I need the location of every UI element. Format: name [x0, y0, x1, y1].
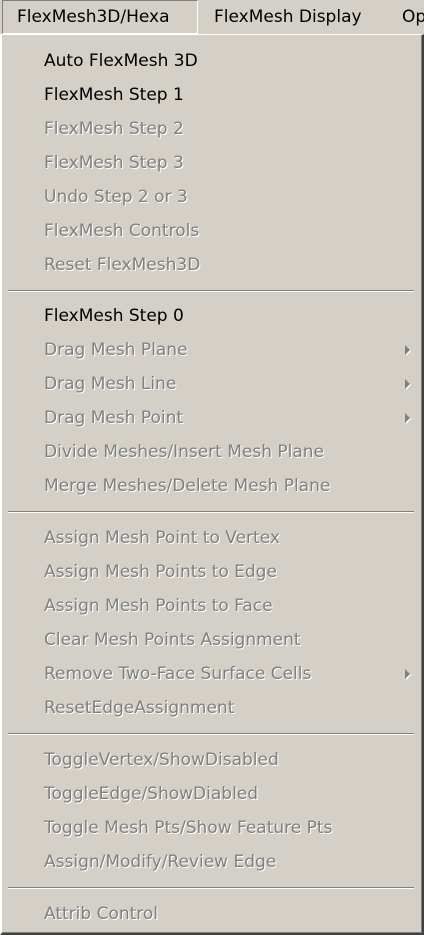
menu-item-label: Remove Two-Face Surface Cells	[44, 664, 312, 684]
menu-item-reset-flexmesh3d[interactable]: Reset FlexMesh3D	[2, 249, 422, 281]
menu-item-auto-flexmesh-3d[interactable]: Auto FlexMesh 3D	[2, 45, 422, 77]
menubar-item-flexmesh3d-hexa[interactable]: FlexMesh3D/Hexa	[2, 0, 198, 34]
menu-item-clear-mesh-points-assignment[interactable]: Clear Mesh Points Assignment	[2, 624, 422, 656]
menu-item-assign-modify-review-edge[interactable]: Assign/Modify/Review Edge	[2, 846, 422, 878]
menu-item-flexmesh-step-2[interactable]: FlexMesh Step 2	[2, 113, 422, 145]
menu-item-assign-mesh-points-to-face[interactable]: Assign Mesh Points to Face	[2, 590, 422, 622]
menu-item-label: Drag Mesh Point	[44, 408, 184, 428]
submenu-arrow-icon	[405, 669, 410, 679]
menu-item-drag-mesh-line[interactable]: Drag Mesh Line	[2, 368, 422, 400]
menu-item-drag-mesh-point[interactable]: Drag Mesh Point	[2, 402, 422, 434]
menu-item-label: Drag Mesh Line	[44, 374, 177, 394]
menu-item-toggle-mesh-pts-show-feature-pts[interactable]: Toggle Mesh Pts/Show Feature Pts	[2, 812, 422, 844]
menu-item-assign-mesh-point-to-vertex[interactable]: Assign Mesh Point to Vertex	[2, 522, 422, 554]
menu-item-flexmesh-step-1[interactable]: FlexMesh Step 1	[2, 79, 422, 111]
menu-item-attrib-control[interactable]: Attrib Control	[2, 898, 422, 930]
menu-item-assign-mesh-points-to-edge[interactable]: Assign Mesh Points to Edge	[2, 556, 422, 588]
menu-item-drag-mesh-plane[interactable]: Drag Mesh Plane	[2, 334, 422, 366]
menu-item-label: Drag Mesh Plane	[44, 340, 188, 360]
flexmesh3d-hexa-dropdown-menu: Auto FlexMesh 3D FlexMesh Step 1 FlexMes…	[0, 34, 424, 935]
menubar-item-flexmesh-display[interactable]: FlexMesh Display	[214, 0, 362, 34]
menu-separator	[8, 733, 414, 735]
menubar-item-op[interactable]: Op	[402, 0, 424, 34]
menu-item-toggle-vertex-show-disabled[interactable]: ToggleVertex/ShowDisabled	[2, 744, 422, 776]
menu-item-toggle-edge-show-disabled[interactable]: ToggleEdge/ShowDiabled	[2, 778, 422, 810]
menu-item-flexmesh-step-3[interactable]: FlexMesh Step 3	[2, 147, 422, 179]
menu-item-reset-edge-assignment[interactable]: ResetEdgeAssignment	[2, 692, 422, 724]
menu-item-flexmesh-controls[interactable]: FlexMesh Controls	[2, 215, 422, 247]
menu-item-merge-meshes-delete-mesh-plane[interactable]: Merge Meshes/Delete Mesh Plane	[2, 470, 422, 502]
menu-bar: FlexMesh3D/Hexa FlexMesh Display Op	[0, 0, 424, 34]
submenu-arrow-icon	[405, 413, 410, 423]
menu-item-remove-two-face-surface-cells[interactable]: Remove Two-Face Surface Cells	[2, 658, 422, 690]
menu-item-divide-meshes-insert-mesh-plane[interactable]: Divide Meshes/Insert Mesh Plane	[2, 436, 422, 468]
menu-item-undo-step-2-or-3[interactable]: Undo Step 2 or 3	[2, 181, 422, 213]
menu-separator	[8, 511, 414, 513]
menu-item-flexmesh-step-0[interactable]: FlexMesh Step 0	[2, 300, 422, 332]
menu-separator	[8, 887, 414, 889]
submenu-arrow-icon	[405, 379, 410, 389]
submenu-arrow-icon	[405, 345, 410, 355]
menu-separator	[8, 290, 414, 292]
